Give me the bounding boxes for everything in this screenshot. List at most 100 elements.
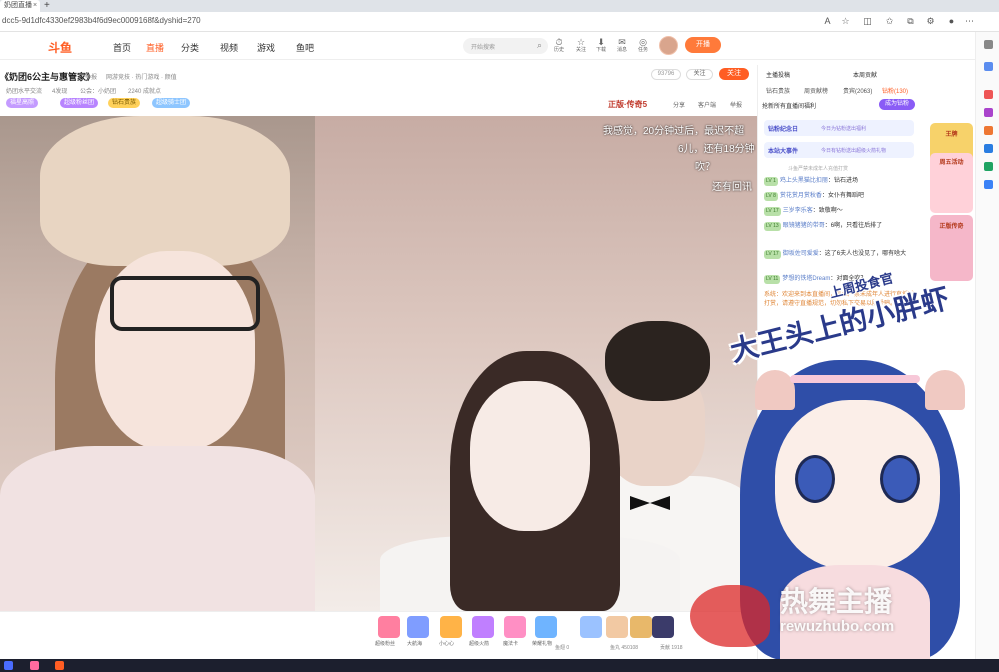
sidebar-shopping-icon[interactable] (984, 90, 993, 99)
tab-noble[interactable]: 钻石贵族 (766, 86, 790, 95)
sidebar-office-icon[interactable] (984, 126, 993, 135)
gift-item[interactable] (472, 616, 494, 638)
favorite-icon[interactable]: ☆ (840, 16, 851, 27)
sidebar-drop-icon[interactable] (984, 180, 993, 189)
report-link[interactable]: 举报 (85, 72, 97, 81)
report-button[interactable]: 举报 (730, 100, 742, 109)
douyu-logo[interactable]: 斗鱼 (48, 39, 86, 55)
share-button[interactable]: 分享 (673, 100, 685, 109)
taskbar-app-icon[interactable] (30, 661, 39, 670)
room-guild[interactable]: 公会：小奶团 (80, 86, 116, 95)
sidebar-bing-icon[interactable] (984, 62, 993, 71)
more-icon[interactable]: ⋯ (964, 16, 975, 27)
nav-yuba[interactable]: 鱼吧 (296, 41, 314, 54)
url-text[interactable]: dcc5-9d1dfc4330ef2983b4f6d9ec0009168f&dy… (2, 16, 201, 25)
fanwall-text: 抢新所有直播间福利 (762, 104, 817, 110)
nav-category[interactable]: 分类 (181, 41, 199, 54)
badge-diamond-noble[interactable]: 钻石贵族 (108, 98, 141, 108)
chat-notice: 斗鱼严禁未成年人充值打赏 (788, 166, 849, 172)
fishball-balance: 鱼丸 450108 (610, 645, 639, 651)
watermark-cn: 热舞主播 (780, 586, 893, 617)
room-level-tag: 奶团水平交流 (6, 89, 43, 95)
gift-item[interactable] (535, 616, 557, 638)
badge-lucky[interactable]: 福星高照 (6, 98, 39, 108)
sidebar-tools-icon[interactable] (984, 108, 993, 117)
category-breadcrumb[interactable]: 网游竞技 · 热门游戏 · 颜值 (106, 72, 177, 81)
favorites-bar-icon[interactable]: ✩ (884, 16, 895, 27)
task-icon: ◎ (639, 37, 647, 47)
collections-icon[interactable]: ⧉ (905, 16, 916, 27)
fin-balance: 鱼翅 0 (555, 645, 570, 651)
gift-item[interactable] (504, 616, 526, 638)
watermark: 热舞主播 rewuzhubo.com (685, 580, 945, 650)
follower-count: 93796 (651, 69, 681, 80)
tab-diamond-fans[interactable]: 钻粉(130) (882, 86, 908, 95)
browser-sidebar (975, 32, 999, 672)
site-header: 斗鱼 首页 直播 分类 视频 游戏 鱼吧 开始搜索 ⌕ ⏱ 历史 ☆ 关注 ⬇ … (0, 32, 975, 60)
tasks-button[interactable]: ◎ 任务 (632, 37, 654, 54)
gift-item[interactable] (580, 616, 602, 638)
profile-icon[interactable]: ● (946, 16, 957, 27)
download-button[interactable]: ⬇ 下载 (590, 37, 612, 54)
chat-message: LV 17 御坂佐司爱爱：这了6夫人也没见了，哪有啥大 (764, 250, 907, 259)
promo-card[interactable]: 周五活动 (930, 153, 973, 213)
search-input[interactable]: 开始搜索 (471, 42, 495, 51)
gift-item[interactable] (652, 616, 674, 638)
chat-message: LV 1 鸡上头黑猫比扣丽：钻石进场 (764, 177, 858, 186)
follow-button[interactable]: 关注 (719, 68, 749, 80)
nav-live[interactable]: 直播 (146, 41, 164, 54)
tab-vip[interactable]: 贵宾(2063) (843, 86, 872, 95)
site-event-card[interactable]: 本站大事件 今日有钻粉送出超级火箭礼物 (764, 142, 914, 158)
browser-tab[interactable]: 奶团直播 × (0, 0, 40, 12)
gift-bar: 超级粉丝 大航海 小心心 超级火箭 魔法卡 荣耀礼物 (0, 611, 757, 651)
start-icon[interactable] (4, 661, 13, 670)
tab-week-contrib[interactable]: 周贡献榜 (804, 86, 828, 95)
gift-item[interactable] (407, 616, 429, 638)
search-box[interactable]: 开始搜索 ⌕ (463, 38, 548, 54)
mail-icon: ✉ (618, 37, 626, 47)
sidebar-search-icon[interactable] (984, 40, 993, 49)
subtitle-line: 6儿，还有18分钟 (678, 144, 755, 155)
user-avatar[interactable] (659, 36, 678, 55)
nav-home[interactable]: 首页 (113, 41, 131, 54)
search-icon[interactable]: ⌕ (537, 40, 542, 51)
nav-video[interactable]: 视频 (220, 41, 238, 54)
become-fan-button[interactable]: 成为钻粉 (879, 99, 915, 110)
watermark-en: rewuzhubo.com (780, 618, 895, 635)
tab-weekly-rank[interactable]: 本周贡献 (853, 70, 877, 82)
sidebar-outlook-icon[interactable] (984, 144, 993, 153)
start-broadcast-button[interactable]: 开播 (685, 37, 721, 53)
contribution-value: 贡献 1918 (660, 645, 683, 651)
messages-button[interactable]: ✉ 消息 (611, 37, 633, 54)
video-player[interactable]: 我感觉，20分钟过后，最迟不超 6儿，还有18分钟 吹？ 还有回讯 (0, 116, 757, 611)
chat-message: LV 8 赏花赏月赏秋香：女仆有舞蹈吧 (764, 192, 864, 201)
os-taskbar (0, 659, 999, 672)
gift-item[interactable] (378, 616, 400, 638)
tab-anchor-rank[interactable]: 主播投稿 (766, 70, 790, 82)
event-banner[interactable]: 正版·传奇5 (608, 99, 647, 110)
fan-anniversary-card[interactable]: 钻粉纪念日 今日为钻粉送出福利 (764, 120, 914, 136)
gift-item[interactable] (606, 616, 628, 638)
gift-item[interactable] (440, 616, 462, 638)
sidebar-games-icon[interactable] (984, 162, 993, 171)
extensions-icon[interactable]: ⚙ (925, 16, 936, 27)
new-tab-button[interactable]: + (44, 0, 50, 12)
browser-tab-strip: 奶团直播 × + (0, 0, 999, 12)
taskbar-app-icon[interactable] (55, 661, 64, 670)
gift-item[interactable] (630, 616, 652, 638)
history-button[interactable]: ⏱ 历史 (548, 37, 570, 54)
client-button[interactable]: 客户端 (698, 100, 716, 109)
badge-super-fans[interactable]: 超级粉丝团 (60, 98, 99, 108)
tab-close-icon[interactable]: × (33, 0, 37, 12)
chat-message: LV 13 眼镜猪猪的带哥：6啊，只看往后排了 (764, 222, 883, 231)
download-icon: ⬇ (597, 37, 605, 47)
nav-game[interactable]: 游戏 (257, 41, 275, 54)
read-aloud-icon[interactable]: A (822, 16, 833, 27)
badge-knight[interactable]: 超级骑士团 (152, 98, 191, 108)
split-icon[interactable]: ◫ (862, 16, 873, 27)
follow-list-button[interactable]: ☆ 关注 (570, 37, 592, 54)
room-achievement: 2240 成就点 (128, 89, 162, 95)
room-title: 《奶团6公主与惠管家》 (0, 72, 96, 82)
tab-title: 奶团直播 (4, 2, 32, 9)
subtitle-line: 我感觉，20分钟过后，最迟不超 (603, 126, 745, 137)
